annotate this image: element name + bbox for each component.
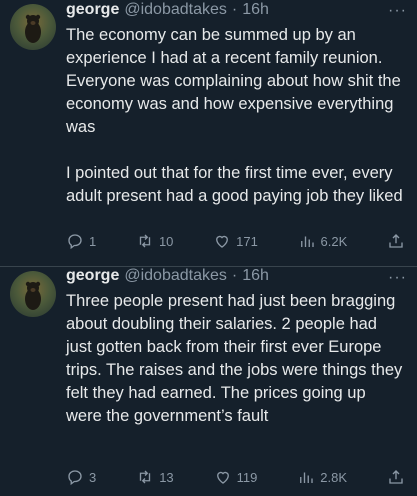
avatar[interactable]	[10, 4, 56, 50]
tweet-header: george @idobadtakes · 16h	[66, 267, 405, 289]
display-name[interactable]: george	[66, 1, 119, 19]
views-count: 2.8K	[320, 469, 348, 485]
tweet-actions: 3 13 119 2.8K	[66, 468, 405, 486]
share-icon	[389, 470, 403, 484]
reply-icon	[68, 234, 82, 250]
avatar[interactable]	[10, 271, 56, 317]
more-options-icon[interactable]: ···	[388, 269, 407, 287]
reply-count: 3	[89, 469, 97, 485]
share-button[interactable]	[387, 468, 405, 486]
retweet-icon	[139, 234, 151, 248]
tweet-header: george @idobadtakes · 16h	[66, 1, 405, 23]
like-icon	[216, 471, 229, 484]
tweet-text: Three people present had just been bragg…	[66, 292, 403, 425]
separator-dot: ·	[231, 267, 238, 284]
timestamp[interactable]: 16h	[242, 267, 269, 285]
retweet-button[interactable]: 10	[136, 232, 173, 250]
retweet-count: 10	[158, 233, 174, 249]
share-icon	[389, 234, 403, 248]
like-count: 119	[236, 469, 258, 485]
views-icon	[300, 236, 314, 247]
tweet-actions: 1 10 171 6.2K	[66, 232, 405, 250]
like-button[interactable]: 119	[214, 468, 258, 486]
like-button[interactable]: 171	[213, 232, 258, 250]
more-options-icon[interactable]: ···	[388, 2, 407, 20]
views-button[interactable]: 2.8K	[297, 468, 347, 486]
tweet[interactable]: george @idobadtakes · 16h ··· Three peop…	[0, 267, 417, 496]
retweet-icon	[140, 470, 151, 484]
tweet[interactable]: george @idobadtakes · 16h ··· The econom…	[0, 0, 417, 266]
retweet-count: 13	[159, 469, 174, 485]
reply-icon	[68, 470, 82, 486]
share-button[interactable]	[387, 232, 405, 250]
bear-avatar-icon	[25, 14, 41, 43]
timestamp[interactable]: 16h	[242, 1, 269, 19]
views-button[interactable]: 6.2K	[298, 232, 348, 250]
reply-button[interactable]: 3	[66, 468, 96, 486]
tweet-text: The economy can be summed up by an exper…	[66, 26, 403, 205]
views-icon	[300, 472, 313, 483]
separator-dot: ·	[231, 1, 238, 18]
reply-button[interactable]: 1	[66, 232, 96, 250]
retweet-button[interactable]: 13	[136, 468, 174, 486]
views-count: 6.2K	[320, 233, 348, 249]
display-name[interactable]: george	[66, 267, 119, 285]
bear-avatar-icon	[25, 281, 41, 310]
username-handle[interactable]: @idobadtakes	[124, 1, 227, 19]
like-icon	[216, 235, 229, 248]
like-count: 171	[236, 233, 258, 249]
reply-count: 1	[89, 233, 97, 249]
username-handle[interactable]: @idobadtakes	[124, 267, 227, 285]
